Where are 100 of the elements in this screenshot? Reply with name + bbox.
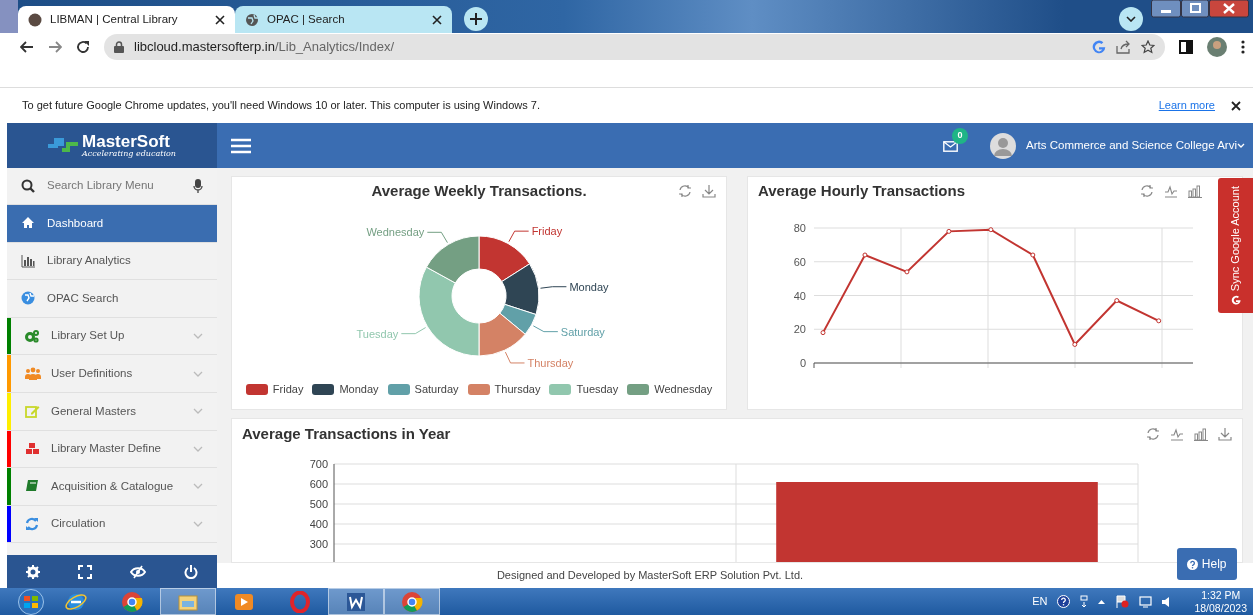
word-logo-icon[interactable] xyxy=(345,590,367,613)
more-menu-icon[interactable] xyxy=(1241,40,1245,54)
data-point xyxy=(946,228,952,234)
google-logo-icon[interactable] xyxy=(1092,40,1106,54)
settings-icon[interactable] xyxy=(26,564,40,579)
close-icon[interactable] xyxy=(1209,0,1249,18)
profile-avatar-icon[interactable] xyxy=(1207,37,1227,57)
fullscreen-icon[interactable] xyxy=(78,564,92,579)
axis-tick-label: 300 xyxy=(309,538,328,550)
power-icon[interactable] xyxy=(184,564,198,579)
legend-swatch xyxy=(245,383,268,395)
legend-swatch xyxy=(312,383,335,395)
minimize-icon[interactable] xyxy=(1151,0,1181,18)
sync-google-account-button[interactable]: Sync Google Account xyxy=(1218,178,1253,313)
download-icon[interactable] xyxy=(1218,427,1232,441)
question-circle-icon xyxy=(1187,559,1199,571)
slice-label: Monday xyxy=(569,280,610,293)
data-point xyxy=(1114,298,1120,304)
close-icon[interactable] xyxy=(432,14,442,25)
user-name-menu[interactable]: Arts Commerce and Science College Arvi xyxy=(1026,136,1237,155)
tray-expand-icon[interactable] xyxy=(1098,599,1106,604)
learn-more-link[interactable]: Learn more xyxy=(1158,97,1215,114)
slice-label: Tuesday xyxy=(356,327,399,340)
slice-label: Friday xyxy=(508,225,563,243)
chevron-down-icon xyxy=(1126,16,1136,22)
sidebar-menu-item[interactable]: Dashboard xyxy=(7,205,217,243)
chevron-down-icon xyxy=(193,333,203,340)
slice-label: Thursday xyxy=(527,356,574,369)
user-avatar-icon[interactable] xyxy=(990,132,1017,159)
chevron-down-icon xyxy=(193,408,203,415)
display-icon[interactable] xyxy=(1139,595,1153,608)
edit-icon xyxy=(25,404,41,419)
clock-time[interactable]: 1:32 PM xyxy=(1201,589,1241,602)
language-indicator[interactable]: EN xyxy=(1032,593,1048,610)
help-button[interactable]: Help xyxy=(1177,548,1237,580)
address-bar[interactable]: libcloud.mastersofterp.in/Lib_Analytics/Index/ xyxy=(104,34,1165,60)
bar-chart-icon[interactable] xyxy=(1194,427,1208,441)
book-icon xyxy=(25,479,41,494)
sidebar-menu-item[interactable]: Library Master Define xyxy=(7,430,217,469)
line-chart-icon[interactable] xyxy=(1164,184,1178,198)
slice-label: Wednesday xyxy=(366,226,425,239)
close-icon[interactable] xyxy=(1231,100,1241,111)
reload-icon[interactable] xyxy=(76,40,90,54)
home-icon xyxy=(21,216,37,231)
close-icon[interactable] xyxy=(215,14,225,25)
side-panel-icon[interactable] xyxy=(1179,40,1193,54)
refresh-icon[interactable] xyxy=(678,184,692,198)
slice-label: Wednesday xyxy=(366,226,448,244)
refresh-icon[interactable] xyxy=(1146,427,1160,441)
legend-swatch xyxy=(627,383,650,395)
sidebar-menu-item[interactable]: Library Set Up xyxy=(7,317,217,356)
microphone-icon[interactable] xyxy=(193,179,203,193)
clock-date[interactable]: 18/08/2023 xyxy=(1194,601,1247,614)
sidebar-menu-item[interactable]: General Masters xyxy=(7,392,217,431)
sidebar-menu-item[interactable]: User Definitions xyxy=(7,355,217,393)
speaker-icon[interactable] xyxy=(1162,596,1171,607)
search-field[interactable]: Search Library Menu xyxy=(45,176,183,196)
brand-name: MasterSoft xyxy=(82,133,170,150)
slice-label: Thursday xyxy=(504,351,574,369)
download-icon[interactable] xyxy=(702,184,716,198)
help-icon[interactable] xyxy=(1057,595,1071,608)
globe-icon xyxy=(21,291,37,306)
action-center-flag-icon[interactable] xyxy=(1115,595,1130,608)
forward-arrow-icon[interactable] xyxy=(48,41,62,53)
data-point xyxy=(1072,341,1078,347)
data-point xyxy=(988,227,994,233)
axis-tick-label: 400 xyxy=(309,518,328,530)
new-tab-button[interactable] xyxy=(464,7,488,31)
globe-icon xyxy=(245,12,259,27)
sidebar-menu-item[interactable]: OPAC Search xyxy=(7,280,217,318)
axis-tick-label: 600 xyxy=(309,478,328,490)
data-point xyxy=(862,252,868,258)
chevron-down-icon xyxy=(193,370,203,377)
restore-icon[interactable] xyxy=(1181,0,1209,18)
chrome-logo-icon[interactable] xyxy=(121,590,143,613)
data-point xyxy=(1156,318,1162,324)
panel-title: Average Hourly Transactions xyxy=(758,180,966,201)
line-chart-icon[interactable] xyxy=(1170,427,1184,441)
share-icon[interactable] xyxy=(1116,40,1131,54)
network-icon[interactable] xyxy=(1080,595,1089,608)
menu-icon[interactable] xyxy=(231,137,251,154)
bar-chart-icon[interactable] xyxy=(1188,184,1202,198)
panel-title: Average Weekly Transactions. xyxy=(371,180,587,201)
sidebar-menu-item[interactable]: Acquisition & Catalogue xyxy=(7,468,217,506)
mail-icon[interactable] xyxy=(943,140,959,152)
brand-tagline: Accelerating education xyxy=(82,150,176,158)
users-icon xyxy=(25,366,41,381)
browser-tab[interactable]: OPAC | Search xyxy=(235,6,452,33)
refresh-icon[interactable] xyxy=(1140,184,1154,198)
hide-eye-icon[interactable] xyxy=(130,564,146,579)
browser-tab[interactable]: LIBMAN | Central Library xyxy=(18,6,235,33)
chrome-logo-icon[interactable] xyxy=(401,590,423,613)
axis-tick-label: 80 xyxy=(793,222,806,234)
back-arrow-icon[interactable] xyxy=(20,41,34,53)
legend-label: Saturday xyxy=(414,382,459,397)
tab-search-button[interactable] xyxy=(1119,7,1143,31)
slice-label: Friday xyxy=(531,225,563,238)
sidebar-menu-item[interactable]: Circulation xyxy=(7,505,217,544)
star-icon[interactable] xyxy=(1141,40,1155,54)
gears-icon xyxy=(25,329,41,344)
